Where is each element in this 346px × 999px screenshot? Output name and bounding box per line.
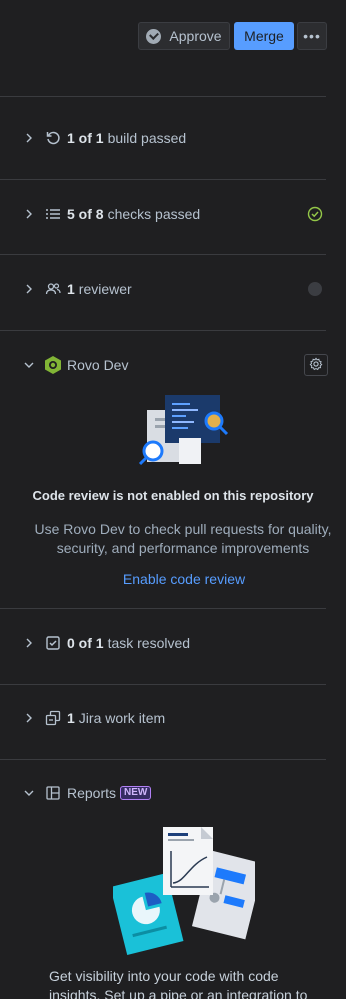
more-actions-button[interactable]: ••• [297,22,327,50]
rovo-heading: Code review is not enabled on this repos… [32,488,314,503]
rovo-dev-row[interactable]: Rovo Dev [0,345,328,385]
rovo-dev-logo-icon [43,355,63,375]
tasks-text: 0 of 1 task resolved [67,635,190,651]
divider [0,608,326,609]
checks-status-text: 5 of 8 checks passed [67,206,200,222]
chevron-down-icon [24,360,34,370]
rovo-dev-title: Rovo Dev [67,357,129,373]
rovo-description: Use Rovo Dev to check pull requests for … [34,521,332,556]
jira-row[interactable]: 1 Jira work item [0,698,326,738]
checkbox-icon [45,635,61,651]
reports-row[interactable]: Reports NEW [0,773,326,813]
reports-icon [45,785,61,801]
build-label: build passed [107,130,187,146]
chevron-right-icon [24,133,34,143]
people-icon [45,281,61,297]
divider [0,179,326,180]
code-review-illustration [137,390,231,470]
tasks-row[interactable]: 0 of 1 task resolved [0,623,326,663]
chevron-right-icon [24,638,34,648]
success-check-icon [307,206,323,222]
reviewers-text: 1 reviewer [67,281,132,297]
approve-label: Approve [169,28,222,44]
build-status-text: 1 of 1 build passed [67,130,186,146]
merge-button[interactable]: Merge [234,22,294,50]
chevron-right-icon [24,209,34,219]
new-badge: NEW [120,786,152,800]
tasks-label: task resolved [107,635,191,651]
approve-button[interactable]: Approve [138,22,230,50]
checks-label: checks passed [107,206,201,222]
divider [0,254,326,255]
divider [0,684,326,685]
rovo-settings-button[interactable] [304,354,328,376]
tasks-count: 0 of 1 [67,635,104,651]
build-count: 1 of 1 [67,130,104,146]
chevron-down-icon [24,788,34,798]
refresh-icon [45,130,61,146]
check-circle-icon [146,28,162,44]
pending-status-icon [308,282,322,296]
reports-description: Get visibility into your code with code … [49,968,308,999]
jira-label: Jira work item [78,710,166,726]
pr-actions-bar: Approve Merge ••• [0,0,346,97]
chevron-right-icon [24,713,34,723]
reports-illustration [110,825,265,957]
reviewers-row[interactable]: 1 reviewer [0,269,326,309]
jira-work-item-icon [45,710,61,726]
divider [0,330,326,331]
reviewers-label: reviewer [78,281,132,297]
checks-status-row[interactable]: 5 of 8 checks passed [0,194,326,234]
list-icon [45,206,61,222]
divider [0,759,326,760]
reports-title: Reports [67,785,117,801]
reports-title-wrap: Reports NEW [67,785,152,801]
gear-icon [309,356,323,374]
enable-code-review-link[interactable]: Enable code review [0,571,346,587]
checks-count: 5 of 8 [67,206,104,222]
reviewers-count: 1 [67,281,75,297]
divider [0,96,326,97]
chevron-right-icon [24,284,34,294]
jira-text: 1 Jira work item [67,710,165,726]
build-status-row[interactable]: 1 of 1 build passed [0,118,326,158]
jira-count: 1 [67,710,75,726]
